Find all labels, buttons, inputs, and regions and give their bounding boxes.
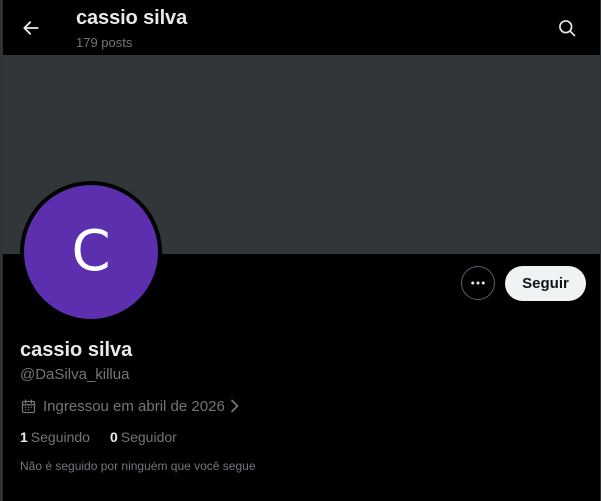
header-title: cassio silva: [76, 7, 188, 29]
back-button[interactable]: [15, 12, 47, 44]
followers-link[interactable]: 0 Seguidor: [110, 429, 177, 445]
chevron-right-icon: [229, 399, 241, 413]
followers-count: 0: [109, 429, 118, 445]
search-icon: [559, 20, 576, 37]
calendar-icon: [20, 397, 38, 415]
following-count: 1: [20, 429, 28, 445]
user-handle: @DaSilva_killua: [20, 366, 130, 383]
display-name: cassio silva: [20, 339, 133, 361]
following-label: Seguindo: [30, 429, 90, 445]
following-link[interactable]: 1 Seguindo: [20, 429, 90, 445]
arrow-left-icon: [23, 21, 39, 35]
avatar[interactable]: C: [24, 185, 158, 319]
profile-header: cassio silva 179 posts: [3, 0, 600, 55]
joined-label: Ingressou em abril de 2026: [43, 397, 225, 415]
follow-stats: 1 Seguindo 0 Seguidor: [20, 429, 197, 445]
followers-label: Seguidor: [120, 429, 177, 445]
profile-page: cassio silva 179 posts C Seguir cassio s…: [0, 0, 601, 501]
not-followed-notice: Não é seguido por ninguém que você segue: [20, 459, 256, 473]
joined-date[interactable]: Ingressou em abril de 2026: [20, 397, 241, 415]
follow-button[interactable]: Seguir: [505, 266, 586, 301]
more-horizontal-icon: [471, 281, 485, 285]
posts-count: 179 posts: [76, 35, 133, 50]
search-button[interactable]: [552, 13, 582, 43]
more-options-button[interactable]: [461, 266, 495, 300]
avatar-letter: C: [71, 218, 111, 284]
